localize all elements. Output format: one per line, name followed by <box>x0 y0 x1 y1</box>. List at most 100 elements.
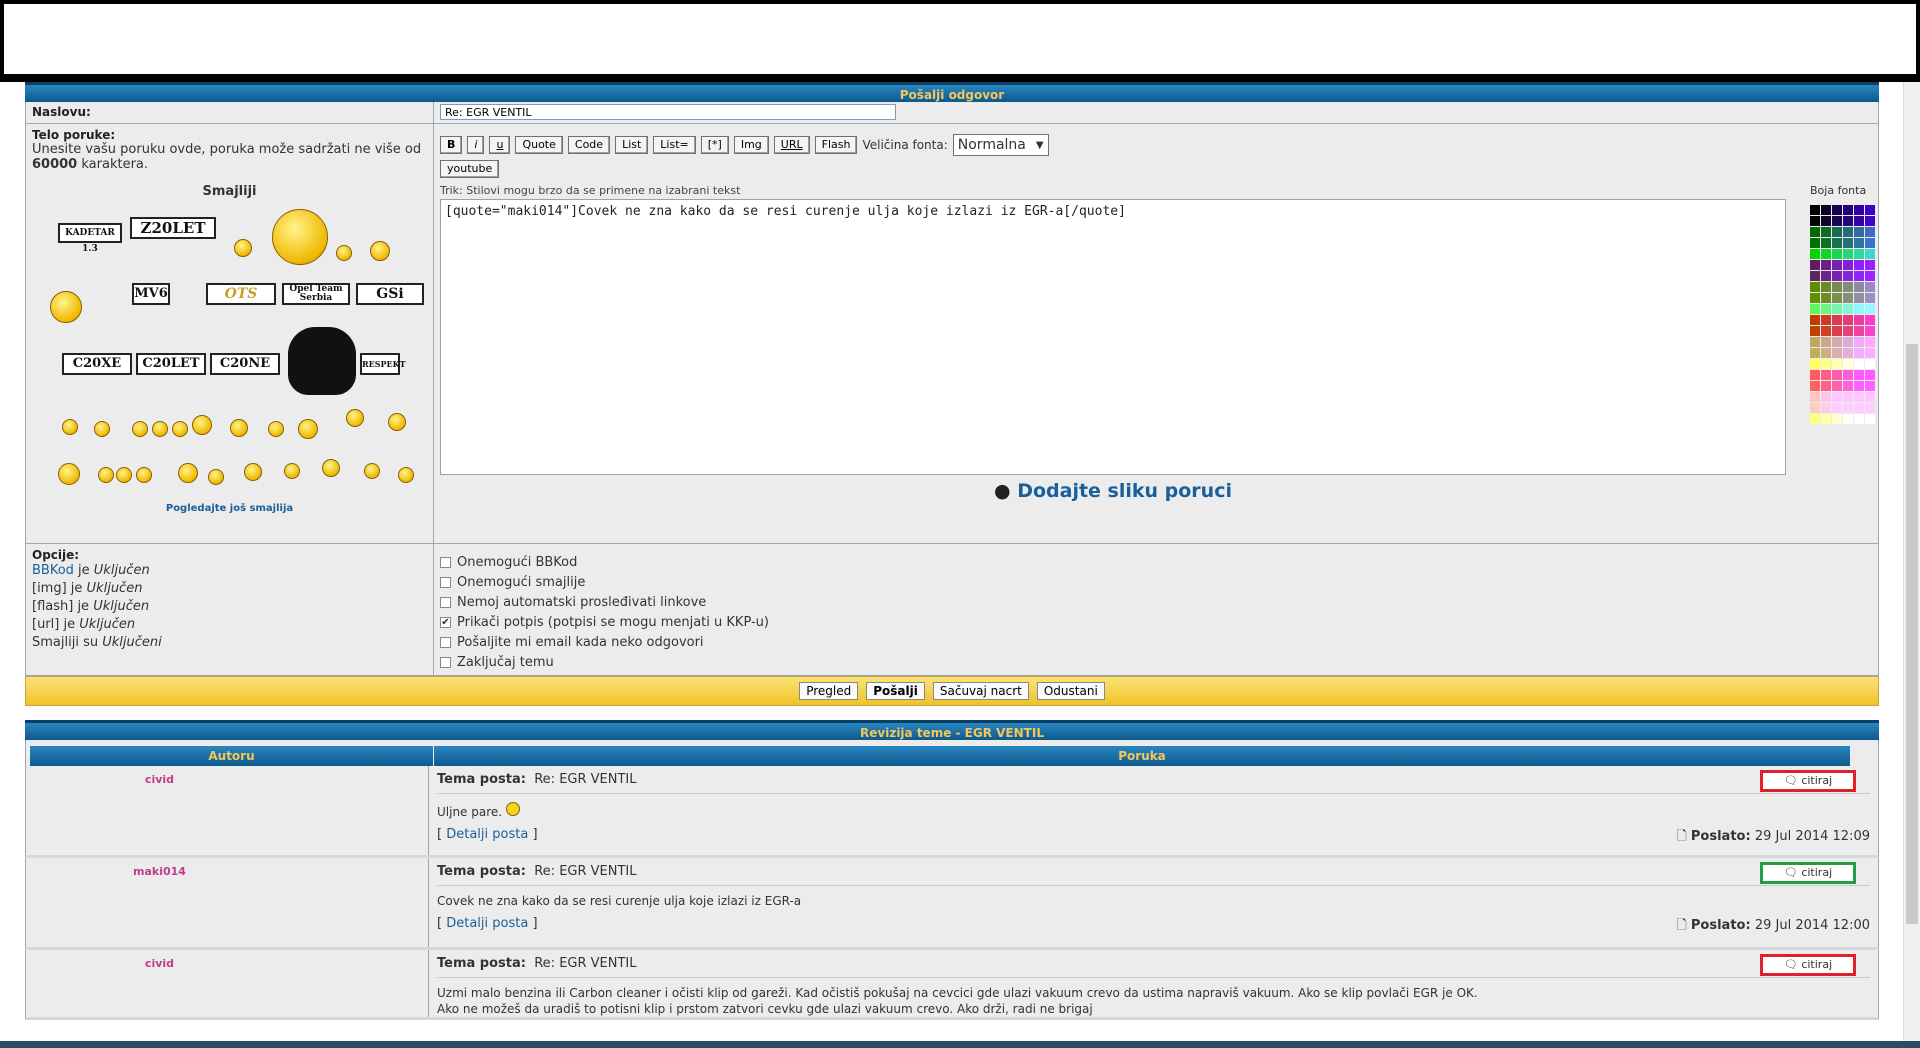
smiley-sign[interactable]: Opel Team Serbia <box>282 283 350 305</box>
option-checkbox-row[interactable]: Onemogući smajlije <box>440 572 1872 592</box>
font-size-select[interactable]: Normalna ▼ <box>952 134 1049 156</box>
post-message-cell: Tema posta: Re: EGR VENTIL Covek ne zna … <box>429 858 1878 947</box>
smiley[interactable] <box>234 239 252 257</box>
italic-button[interactable]: i <box>467 136 485 154</box>
smiley[interactable] <box>322 459 340 477</box>
smiley[interactable] <box>336 245 352 261</box>
cite-button[interactable]: 🗨 citiraj <box>1760 862 1856 884</box>
bold-button[interactable]: B <box>440 136 463 154</box>
smiley-sign[interactable]: MV6 <box>132 283 170 305</box>
underline-button[interactable]: u <box>489 136 511 154</box>
option-status-item: [flash] je Uključen <box>32 599 150 614</box>
smiley[interactable] <box>192 415 212 435</box>
smiley[interactable] <box>298 419 318 439</box>
smiley[interactable] <box>58 463 80 485</box>
cite-button[interactable]: 🗨 citiraj <box>1760 770 1856 792</box>
message-textarea[interactable]: [quote="maki014"]Covek ne zna kako da se… <box>440 199 1786 475</box>
post-text-2: Ako ne možeš da uradiš to potisni klip i… <box>437 1002 1093 1016</box>
options-left: Opcije: BBKod je Uključen [img] je Uključ… <box>26 544 434 675</box>
review-post: maki014 Tema posta: Re: EGR VENTIL Covek… <box>25 858 1879 950</box>
smiley-big[interactable] <box>272 209 328 265</box>
post-author[interactable]: civid <box>145 957 174 970</box>
smiley-sign[interactable]: OTS <box>206 283 276 305</box>
smiley-sign[interactable]: C20NE <box>210 353 280 375</box>
submit-button[interactable]: Pošalji <box>866 682 925 700</box>
quote-icon: 🗨 <box>1783 958 1802 971</box>
option-status-item: BBKod je Uključen <box>32 563 150 578</box>
more-smilies-link[interactable]: Pogledajte još smajlija <box>32 503 427 514</box>
smiley[interactable] <box>244 463 262 481</box>
ninja-smiley[interactable] <box>288 327 356 395</box>
smiley-sign[interactable]: RESPEKT <box>360 353 406 375</box>
subject-label: Naslovu: <box>26 102 434 123</box>
smiley-sign[interactable]: C20LET <box>136 353 206 375</box>
option-checkbox-row[interactable]: Zaključaj temu <box>440 652 1872 672</box>
youtube-button[interactable]: youtube <box>440 160 500 178</box>
checkbox[interactable] <box>440 556 451 568</box>
checkbox[interactable] <box>440 636 451 648</box>
option-checkbox-row[interactable]: Onemogući BBKod <box>440 552 1872 572</box>
font-color-panel: Boja fonta <box>1810 184 1875 424</box>
smiley[interactable] <box>208 469 224 485</box>
url-button[interactable]: URL <box>773 136 810 154</box>
smiley[interactable] <box>136 467 152 483</box>
smiley[interactable] <box>132 421 148 437</box>
quote-button[interactable]: Quote <box>515 136 563 154</box>
preview-button[interactable]: Pregled <box>799 682 859 700</box>
smiley[interactable] <box>364 463 380 479</box>
smilies-panel: KADETAR 1.3 Z20LET MV6 OTS Opel Team Ser… <box>32 199 427 499</box>
option-checkbox-row[interactable]: Nemoj automatski prosleđivati linkove <box>440 592 1872 612</box>
checkbox[interactable]: ✔ <box>440 616 451 628</box>
font-color-label: Boja fonta <box>1810 184 1867 197</box>
smiley-sign[interactable]: C20XE <box>62 353 132 375</box>
smiley[interactable] <box>50 291 82 323</box>
smiley[interactable] <box>268 421 284 437</box>
option-checkbox-row[interactable]: Pošaljite mi email kada neko odgovori <box>440 632 1872 652</box>
checkbox[interactable] <box>440 596 451 608</box>
smiley[interactable] <box>62 419 78 435</box>
options-row: Opcije: BBKod je Uključen [img] je Uključ… <box>25 544 1879 676</box>
cancel-button[interactable]: Odustani <box>1036 682 1105 700</box>
flash-button[interactable]: Flash <box>814 136 858 154</box>
option-status-item: [url] je Uključen <box>32 617 136 632</box>
smiley[interactable] <box>94 421 110 437</box>
list-button[interactable]: List <box>615 136 649 154</box>
img-button[interactable]: Img <box>733 136 769 154</box>
subject-input[interactable] <box>440 104 896 120</box>
post-details-link[interactable]: Detalji posta <box>446 916 528 931</box>
smiley[interactable] <box>116 467 132 483</box>
checkbox[interactable] <box>440 576 451 588</box>
style-tip: Trik: Stilovi mogu brzo da se primene na… <box>440 184 741 197</box>
smiley[interactable] <box>230 419 248 437</box>
list-item-button[interactable]: [*] <box>700 136 729 154</box>
cite-button[interactable]: 🗨 citiraj <box>1760 954 1856 976</box>
post-author[interactable]: civid <box>145 773 174 786</box>
smiley[interactable] <box>284 463 300 479</box>
checkbox[interactable] <box>440 656 451 668</box>
smiley-sign[interactable]: KADETAR 1.3 <box>58 223 122 254</box>
smiley[interactable] <box>152 421 168 437</box>
post-author[interactable]: maki014 <box>133 865 186 878</box>
smiley[interactable] <box>370 241 390 261</box>
smiley[interactable] <box>398 467 414 483</box>
bullet-icon: ● <box>994 480 1018 502</box>
code-button[interactable]: Code <box>567 136 611 154</box>
post-details-link[interactable]: Detalji posta <box>446 827 528 842</box>
smiley-sign[interactable]: GSi <box>356 283 424 305</box>
smiley[interactable] <box>388 413 406 431</box>
smiley[interactable] <box>178 463 198 483</box>
smiley[interactable] <box>98 467 114 483</box>
smiley[interactable] <box>346 409 364 427</box>
post-text: Covek ne zna kako da se resi curenje ulj… <box>437 894 802 908</box>
page-scrollbar[interactable] <box>1903 82 1920 1048</box>
list-ordered-button[interactable]: List= <box>653 136 696 154</box>
add-image-link[interactable]: ● Dodajte sliku poruci <box>440 480 1786 502</box>
smiley-sign[interactable]: Z20LET <box>130 217 216 239</box>
save-draft-button[interactable]: Sačuvaj nacrt <box>932 682 1029 700</box>
color-palette[interactable] <box>1810 205 1875 424</box>
dropdown-arrow-icon: ▼ <box>1035 139 1044 151</box>
smiley[interactable] <box>172 421 188 437</box>
option-checkbox-row[interactable]: ✔ Prikači potpis (potpisi se mogu menjati… <box>440 612 1872 632</box>
scrollbar-thumb[interactable] <box>1906 344 1918 924</box>
top-blank-bar <box>0 0 1920 82</box>
